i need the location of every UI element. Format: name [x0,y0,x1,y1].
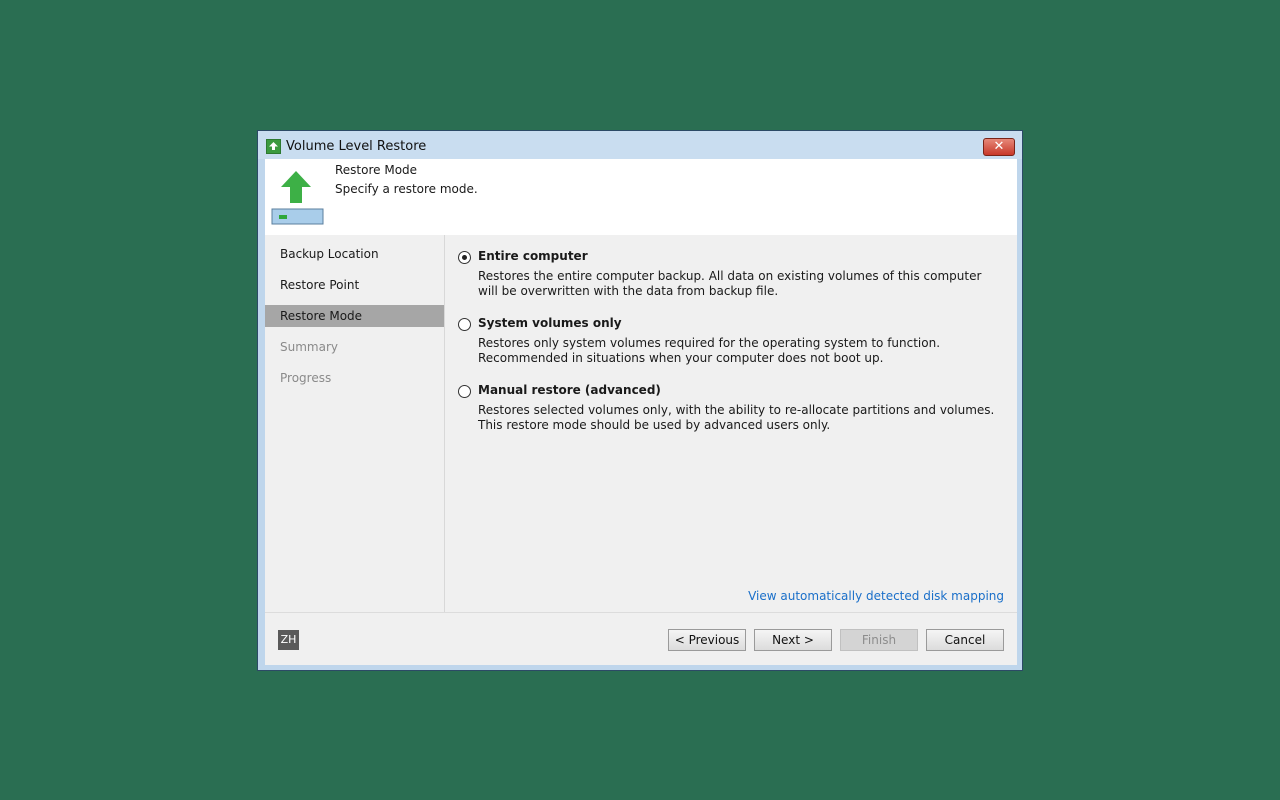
page-subtitle: Specify a restore mode. [335,182,478,196]
step-restore-mode[interactable]: Restore Mode [265,305,444,327]
step-restore-point[interactable]: Restore Point [265,274,444,296]
step-summary: Summary [280,340,338,354]
option-description: Restores the entire computer backup. All… [478,269,982,298]
manual-restore-radio[interactable] [458,385,471,398]
cancel-button[interactable]: Cancel [926,629,1004,651]
restore-drive-icon [271,167,324,225]
option-description: Restores only system volumes required fo… [478,336,941,365]
window-title: Volume Level Restore [286,139,427,154]
page-title: Restore Mode [335,163,418,177]
option-label[interactable]: System volumes only [478,316,622,330]
finish-button: Finish [840,629,918,651]
restore-mode-panel: Entire computer Restores the entire comp… [446,235,1017,612]
wizard-steps: Backup Location Restore Point Restore Mo… [265,235,445,612]
option-label[interactable]: Manual restore (advanced) [478,383,661,397]
restore-wizard-window: Volume Level Restore ✕ Restore Mode Spec… [257,130,1023,671]
wizard-header: Restore Mode Specify a restore mode. [265,159,1017,235]
wizard-client-area: Restore Mode Specify a restore mode. Bac… [265,159,1017,665]
step-progress: Progress [280,371,332,385]
close-button[interactable]: ✕ [983,138,1015,156]
restore-arrow-icon [266,139,281,154]
system-volumes-radio[interactable] [458,318,471,331]
entire-computer-radio[interactable] [458,251,471,264]
disk-mapping-link[interactable]: View automatically detected disk mapping [748,589,1004,603]
option-description: Restores selected volumes only, with the… [478,403,995,432]
title-bar[interactable]: Volume Level Restore ✕ [258,131,1022,159]
option-label[interactable]: Entire computer [478,249,588,263]
language-indicator[interactable]: ZH [278,630,299,650]
close-icon: ✕ [993,139,1005,154]
next-button[interactable]: Next > [754,629,832,651]
footer-divider [265,612,1017,613]
step-backup-location[interactable]: Backup Location [265,243,444,265]
previous-button[interactable]: < Previous [668,629,746,651]
